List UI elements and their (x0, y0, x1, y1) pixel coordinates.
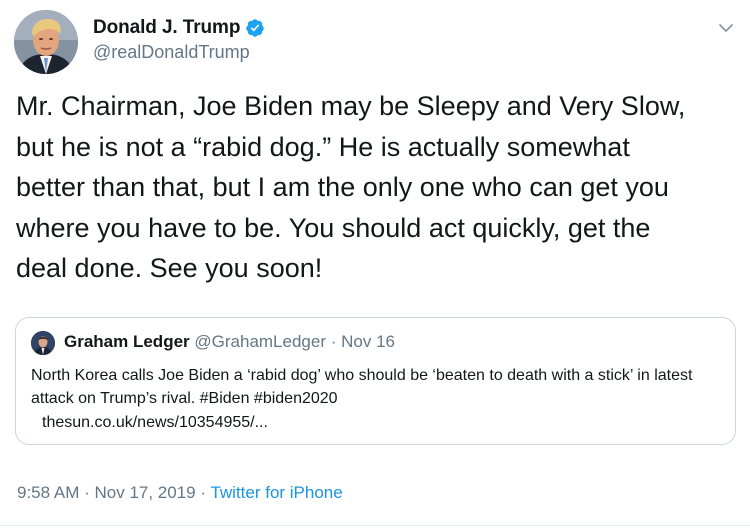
tweet-date[interactable]: Nov 17, 2019 (94, 483, 195, 502)
author-name-row[interactable]: Donald J. Trump (93, 16, 265, 40)
meta-separator-2: · (195, 483, 211, 502)
author-display-name[interactable]: Donald J. Trump (93, 17, 240, 39)
chevron-down-icon[interactable] (716, 18, 736, 38)
quoted-tweet-header: Graham Ledger @GrahamLedger · Nov 16 (64, 330, 395, 354)
quoted-tweet-text: North Korea calls Joe Biden a ‘rabid dog… (31, 367, 693, 407)
tweet: Donald J. Trump @realDonaldTrump Mr. Cha… (0, 0, 750, 531)
bottom-divider (0, 525, 750, 526)
tweet-meta: 9:58 AM · Nov 17, 2019 · Twitter for iPh… (17, 481, 343, 505)
quoted-separator: · (330, 332, 337, 351)
quoted-author-avatar (31, 331, 55, 355)
quoted-date: Nov 16 (341, 332, 396, 351)
tweet-source-link[interactable]: Twitter for iPhone (210, 483, 342, 502)
author-handle[interactable]: @realDonaldTrump (93, 42, 250, 63)
quoted-author-handle: @GrahamLedger (194, 332, 326, 351)
tweet-time[interactable]: 9:58 AM (17, 483, 79, 502)
quoted-tweet[interactable]: Graham Ledger @GrahamLedger · Nov 16 Nor… (15, 317, 736, 445)
quoted-tweet-link[interactable]: thesun.co.uk/news/10354955/... (42, 411, 268, 434)
tweet-text: Mr. Chairman, Joe Biden may be Sleepy an… (16, 91, 686, 283)
verified-badge-icon (245, 18, 265, 38)
author-avatar[interactable] (14, 10, 78, 74)
quoted-author-name: Graham Ledger (64, 332, 190, 351)
meta-separator: · (79, 483, 95, 502)
